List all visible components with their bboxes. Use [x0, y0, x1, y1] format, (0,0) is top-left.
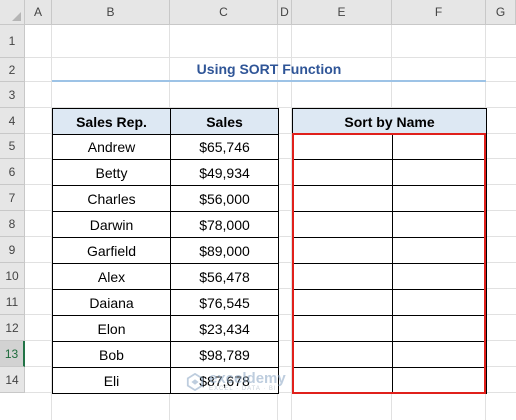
row-header-6[interactable]: 6: [0, 159, 25, 185]
sort-output-cell[interactable]: [292, 134, 393, 160]
watermark-brand: exceldemy: [209, 370, 286, 387]
sort-header-cell[interactable]: Sort by Name: [292, 108, 487, 135]
row-header-3[interactable]: 3: [0, 82, 25, 108]
sort-output-cell[interactable]: [292, 341, 393, 368]
table-cell[interactable]: $78,000: [170, 211, 279, 238]
table-cell[interactable]: Bob: [52, 341, 171, 368]
row-header-13[interactable]: 13: [0, 341, 25, 367]
table-cell[interactable]: $49,934: [170, 159, 279, 186]
row-header-5[interactable]: 5: [0, 134, 25, 159]
table-cell[interactable]: Daiana: [52, 289, 171, 316]
sort-output-cell[interactable]: [392, 367, 487, 394]
row-header-12[interactable]: 12: [0, 315, 25, 341]
table-cell[interactable]: Charles: [52, 185, 171, 212]
row-header-14[interactable]: 14: [0, 367, 25, 393]
column-header-g[interactable]: G: [486, 0, 516, 25]
column-header-f[interactable]: F: [392, 0, 486, 25]
sort-output-cell[interactable]: [392, 185, 487, 212]
table-cell[interactable]: $89,000: [170, 237, 279, 264]
table-cell[interactable]: $56,478: [170, 263, 279, 290]
spreadsheet-grid: ABCDEFG 1 2 3 4 5 6 7 8 9 10 11 12 13 14 Using SORT F…: [0, 0, 516, 420]
table-header-cell[interactable]: Sales Rep.: [52, 108, 171, 135]
row-header-2[interactable]: 2: [0, 58, 25, 82]
title-underline: [52, 80, 486, 82]
sort-output-cell[interactable]: [392, 237, 487, 264]
table-cell[interactable]: Garfield: [52, 237, 171, 264]
table-header-cell[interactable]: Sales: [170, 108, 279, 135]
sort-output-cell[interactable]: [392, 289, 487, 316]
select-all-button[interactable]: [0, 0, 25, 25]
table-cell[interactable]: $76,545: [170, 289, 279, 316]
table-cell[interactable]: $65,746: [170, 134, 279, 160]
table-cell[interactable]: Eli: [52, 367, 171, 394]
sort-output-cell[interactable]: [292, 315, 393, 342]
table-cell[interactable]: $23,434: [170, 315, 279, 342]
sort-output-cell[interactable]: [392, 263, 487, 290]
table-cell[interactable]: $56,000: [170, 185, 279, 212]
sort-output-cell[interactable]: [392, 159, 487, 186]
column-header-d[interactable]: D: [278, 0, 292, 25]
table-cell[interactable]: Andrew: [52, 134, 171, 160]
column-header-b[interactable]: B: [52, 0, 170, 25]
sort-output-cell[interactable]: [392, 211, 487, 238]
sort-output-cell[interactable]: [392, 134, 487, 160]
row-header-4[interactable]: 4: [0, 108, 25, 134]
sort-output-cell[interactable]: [292, 185, 393, 212]
column-header-e[interactable]: E: [292, 0, 392, 25]
row-header-1[interactable]: 1: [0, 25, 25, 58]
exceldemy-watermark: exceldemy EXCEL · DATA · BI: [186, 371, 286, 392]
row-header-10[interactable]: 10: [0, 263, 25, 289]
sort-output-cell[interactable]: [392, 341, 487, 368]
table-cell[interactable]: Elon: [52, 315, 171, 342]
sort-output-cell[interactable]: [292, 263, 393, 290]
sort-output-cell[interactable]: [292, 367, 393, 394]
table-cell[interactable]: Darwin: [52, 211, 171, 238]
sort-output-cell[interactable]: [392, 315, 487, 342]
sort-output-cell[interactable]: [292, 211, 393, 238]
sort-output-cell[interactable]: [292, 289, 393, 316]
row-header-11[interactable]: 11: [0, 289, 25, 315]
column-header-a[interactable]: A: [25, 0, 52, 25]
column-header-c[interactable]: C: [170, 0, 278, 25]
sheet-title: Using SORT Function: [196, 60, 342, 77]
row-header-9[interactable]: 9: [0, 237, 25, 263]
row-header-7[interactable]: 7: [0, 185, 25, 211]
exceldemy-logo-icon: [186, 372, 204, 391]
table-cell[interactable]: $98,789: [170, 341, 279, 368]
watermark-tagline: EXCEL · DATA · BI: [209, 386, 277, 392]
sort-output-cell[interactable]: [292, 237, 393, 264]
sort-output-cell[interactable]: [292, 159, 393, 186]
table-cell[interactable]: Betty: [52, 159, 171, 186]
table-cell[interactable]: Alex: [52, 263, 171, 290]
row-header-8[interactable]: 8: [0, 211, 25, 237]
